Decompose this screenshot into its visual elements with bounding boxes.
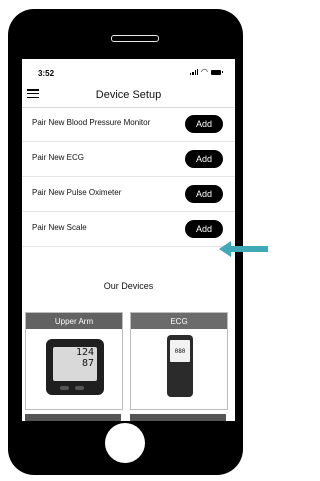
list-item-pair-oximeter: Pair New Pulse Oximeter Add [22,177,235,212]
add-ecg-button[interactable]: Add [185,150,223,168]
row-label: Pair New Pulse Oximeter [32,188,122,197]
add-bp-monitor-button[interactable]: Add [185,115,223,133]
add-scale-button[interactable]: Add [185,220,223,238]
list-item-pair-bp: Pair New Blood Pressure Monitor Add [22,107,235,142]
list-item-pair-scale: Pair New Scale Add [22,212,235,247]
ecg-device-image: 080 [167,335,193,397]
wifi-icon: ◠ [201,67,208,76]
status-bar: 3:52 ◠ [22,59,235,81]
next-card-edge [130,414,226,421]
device-card-ecg[interactable]: ECG 080 [130,312,228,410]
row-label: Pair New Blood Pressure Monitor [32,118,151,127]
page-title: Device Setup [95,89,162,101]
app-screen: 3:52 ◠ Device Setup Pair New Blood Press… [22,59,235,421]
card-title: Upper Arm [26,313,122,329]
next-card-edge [25,414,121,421]
list-item-pair-ecg: Pair New ECG Add [22,142,235,177]
bp-display: 124 87 [53,347,97,381]
ecg-display: 080 [170,340,190,362]
row-label: Pair New Scale [32,223,87,232]
card-title: ECG [131,313,227,329]
battery-icon [211,69,223,75]
phone-speaker [111,35,159,42]
device-card-upper-arm[interactable]: Upper Arm 124 87 [25,312,123,410]
bp-device-buttons [60,386,84,390]
bp-monitor-image: 124 87 [46,339,104,395]
signal-icon [190,69,199,75]
ecg-reading: 080 [174,348,186,355]
bp-diastolic-reading: 87 [81,358,94,369]
row-label: Pair New ECG [32,153,85,162]
our-devices-heading: Our Devices [103,281,154,291]
home-button[interactable] [105,423,145,463]
status-icons: ◠ [190,67,223,76]
bp-systolic-reading: 124 [75,347,94,358]
nav-bar: Device Setup [22,81,235,108]
highlight-arrow-icon [219,241,268,257]
status-time: 3:52 [38,69,55,78]
add-pulse-oximeter-button[interactable]: Add [185,185,223,203]
